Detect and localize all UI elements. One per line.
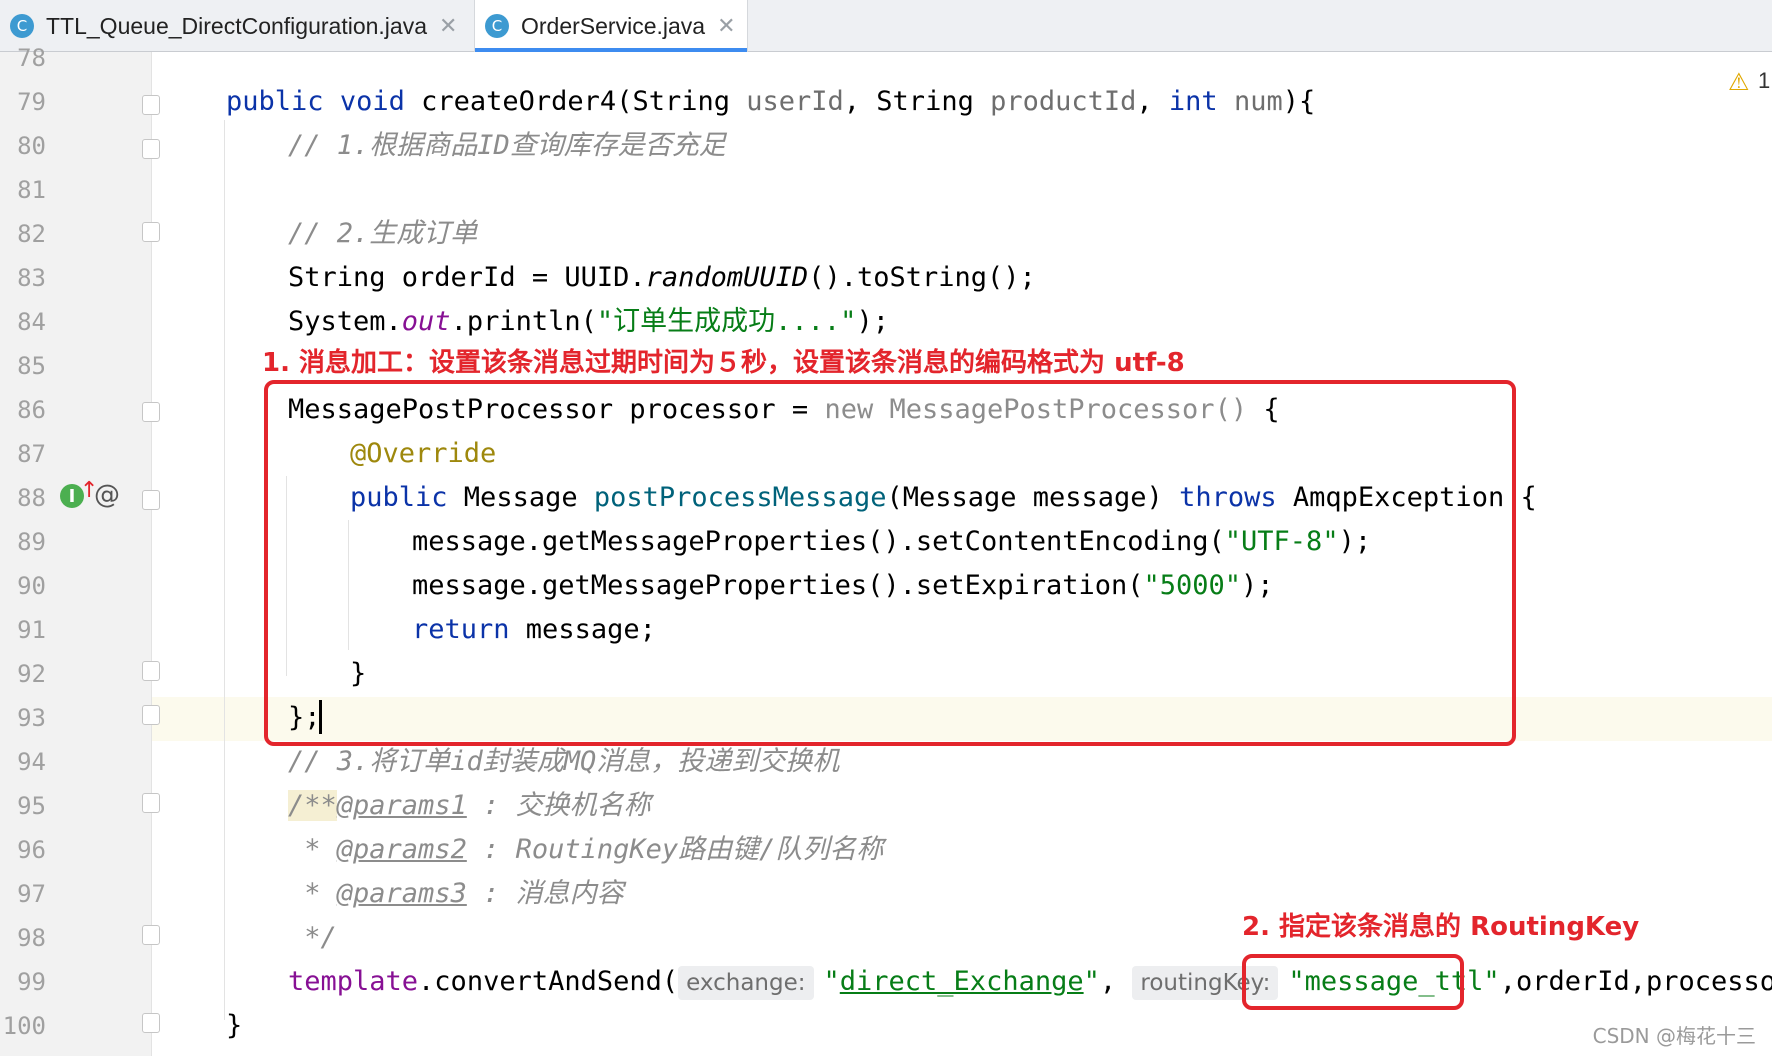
code-line-82[interactable]: // 2.生成订单 — [288, 212, 477, 256]
line-number: 91 — [17, 616, 46, 644]
line-number: 88 — [17, 484, 46, 512]
tab-ttl-queue-direct-configuration[interactable]: C TTL_Queue_DirectConfiguration.java ✕ — [10, 0, 472, 52]
code-line-84[interactable]: System.out.println("订单生成成功...."); — [288, 300, 889, 344]
line-number: 96 — [17, 836, 46, 864]
line-number: 97 — [17, 880, 46, 908]
line-number: 92 — [17, 660, 46, 688]
line-number: 99 — [17, 968, 46, 996]
close-icon[interactable]: ✕ — [439, 14, 457, 39]
fold-marker[interactable] — [142, 139, 160, 159]
fold-marker[interactable] — [142, 661, 160, 681]
tab-label: OrderService.java — [521, 12, 706, 39]
line-number: 94 — [17, 748, 46, 776]
line-number: 89 — [17, 528, 46, 556]
fold-marker[interactable] — [142, 793, 160, 813]
line-number: 93 — [17, 704, 46, 732]
line-number: 98 — [17, 924, 46, 952]
code-line-94[interactable]: // 3.将订单id封装成MQ消息，投递到交换机 — [288, 740, 839, 784]
fold-marker[interactable] — [142, 402, 160, 422]
fold-marker[interactable] — [142, 925, 160, 945]
indent-guide — [224, 120, 225, 1020]
line-number: 86 — [17, 396, 46, 424]
at-annotation-icon[interactable]: @ — [94, 480, 120, 510]
java-class-icon: C — [485, 14, 509, 38]
active-tab-indicator — [475, 48, 747, 52]
tab-order-service[interactable]: C OrderService.java ✕ — [474, 0, 748, 52]
code-line-98[interactable]: */ — [288, 916, 337, 960]
fold-marker[interactable] — [142, 1013, 160, 1033]
fold-marker[interactable] — [142, 95, 160, 115]
line-number: 83 — [17, 264, 46, 292]
parameter-hint-exchange: exchange: — [678, 965, 814, 1000]
fold-marker[interactable] — [142, 705, 160, 725]
annotation-note-1: 1. 消息加工：设置该条消息过期时间为５秒，设置该条消息的编码格式为 utf-8 — [262, 348, 1185, 378]
watermark: CSDN @梅花十三 — [1592, 1024, 1756, 1048]
code-line-95[interactable]: /**@params1 : 交换机名称 — [288, 784, 651, 828]
code-line-79[interactable]: public void createOrder4(String userId, … — [226, 80, 1315, 124]
java-class-icon: C — [10, 14, 34, 38]
line-number: 82 — [17, 220, 46, 248]
line-number: 90 — [17, 572, 46, 600]
line-number: 87 — [17, 440, 46, 468]
warning-icon[interactable]: ⚠ — [1728, 68, 1750, 96]
code-line-83[interactable]: String orderId = UUID.randomUUID().toStr… — [288, 256, 1036, 300]
tab-label: TTL_Queue_DirectConfiguration.java — [46, 12, 427, 39]
highlight-box-processor — [264, 380, 1516, 746]
line-number: 80 — [17, 132, 46, 160]
code-line-80[interactable]: // 1.根据商品ID查询库存是否充足 — [288, 124, 726, 168]
line-number: 78 — [17, 44, 46, 72]
line-number: 79 — [17, 88, 46, 116]
highlight-box-routing-key — [1242, 954, 1464, 1010]
code-line-99[interactable]: template.convertAndSend(exchange: "direct… — [288, 960, 1772, 1004]
line-number: 81 — [17, 176, 46, 204]
annotation-note-2: 2. 指定该条消息的 RoutingKey — [1242, 912, 1640, 942]
fold-marker[interactable] — [142, 222, 160, 242]
code-line-100[interactable]: } — [226, 1004, 242, 1048]
line-number: 95 — [17, 792, 46, 820]
line-number: 100 — [2, 1012, 46, 1040]
fold-marker[interactable] — [142, 490, 160, 510]
code-line-97[interactable]: * @params3 : 消息内容 — [288, 872, 623, 916]
line-number: 84 — [17, 308, 46, 336]
line-number: 85 — [17, 352, 46, 380]
close-icon[interactable]: ✕ — [717, 14, 735, 39]
code-line-96[interactable]: * @params2 : RoutingKey路由键/队列名称 — [288, 828, 883, 872]
editor-tab-bar: C TTL_Queue_DirectConfiguration.java ✕ C… — [0, 0, 1772, 52]
warning-count: 1 — [1758, 68, 1771, 93]
